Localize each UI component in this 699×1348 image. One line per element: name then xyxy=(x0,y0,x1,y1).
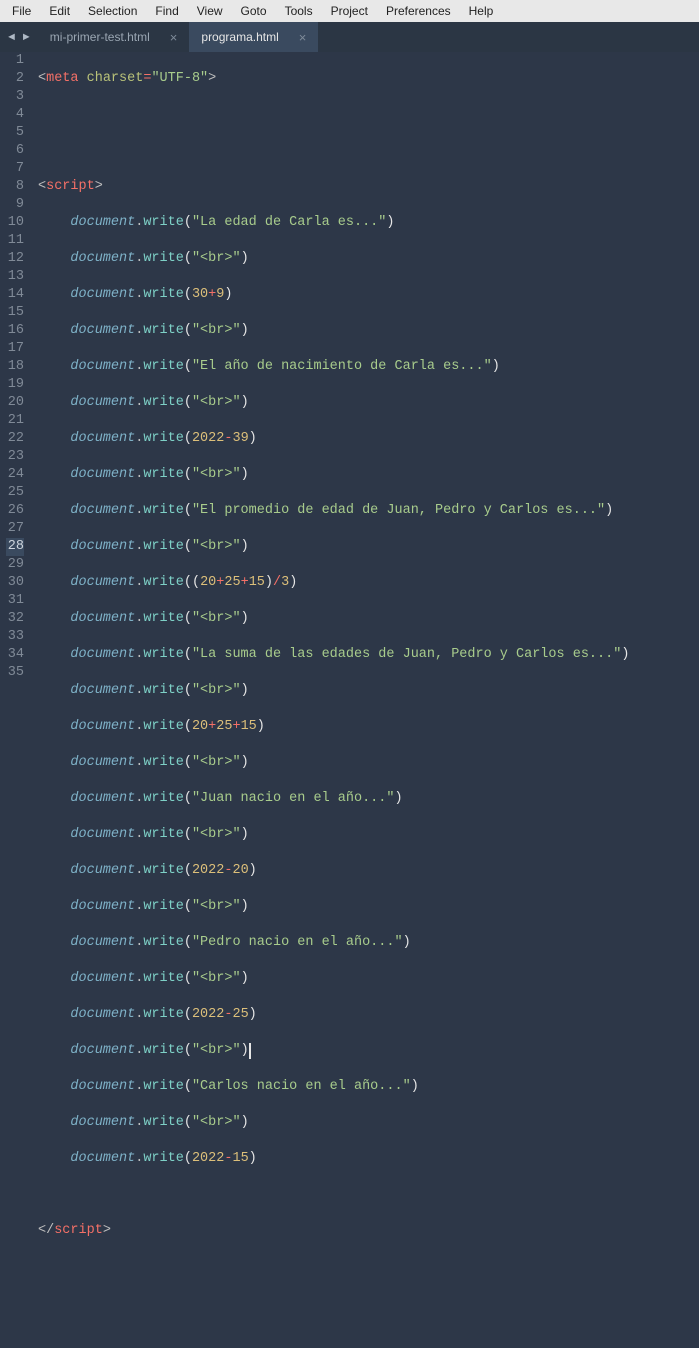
menu-view[interactable]: View xyxy=(189,2,231,20)
code-line: document.write("<br>") xyxy=(38,1114,699,1132)
line-number: 12 xyxy=(6,250,24,268)
line-number: 21 xyxy=(6,412,24,430)
code-line: document.write("<br>") xyxy=(38,250,699,268)
code-line: document.write("El año de nacimiento de … xyxy=(38,358,699,376)
code-line: document.write("Carlos nacio en el año..… xyxy=(38,1078,699,1096)
line-number: 14 xyxy=(6,286,24,304)
line-number: 5 xyxy=(6,124,24,142)
code-line: document.write("<br>") xyxy=(38,898,699,916)
line-number: 16 xyxy=(6,322,24,340)
line-number: 11 xyxy=(6,232,24,250)
code-line: document.write(2022-25) xyxy=(38,1006,699,1024)
line-number: 22 xyxy=(6,430,24,448)
line-number: 7 xyxy=(6,160,24,178)
gutter: 1 2 3 4 5 6 7 8 9 10 11 12 13 14 15 16 1… xyxy=(0,52,34,678)
code-area[interactable]: <meta charset="UTF-8"> <script> document… xyxy=(34,52,699,678)
code-line: document.write(2022-39) xyxy=(38,430,699,448)
code-line: <script> xyxy=(38,178,699,196)
tab-bar: ◄ ► mi-primer-test.html × programa.html … xyxy=(0,22,699,52)
code-line: </script> xyxy=(38,1222,699,1240)
code-line: document.write((20+25+15)/3) xyxy=(38,574,699,592)
code-line: document.write("<br>") xyxy=(38,394,699,412)
line-number: 2 xyxy=(6,70,24,88)
editor[interactable]: 1 2 3 4 5 6 7 8 9 10 11 12 13 14 15 16 1… xyxy=(0,52,699,678)
line-number: 33 xyxy=(6,628,24,646)
tab-label: mi-primer-test.html xyxy=(50,30,150,44)
nav-forward-icon[interactable]: ► xyxy=(21,31,32,43)
code-line: <meta charset="UTF-8"> xyxy=(38,70,699,88)
line-number: 20 xyxy=(6,394,24,412)
tab-nav: ◄ ► xyxy=(0,31,38,43)
line-number: 27 xyxy=(6,520,24,538)
line-number: 25 xyxy=(6,484,24,502)
line-number: 8 xyxy=(6,178,24,196)
menu-bar: File Edit Selection Find View Goto Tools… xyxy=(0,0,699,22)
line-number: 9 xyxy=(6,196,24,214)
line-number: 4 xyxy=(6,106,24,124)
code-line: document.write("<br>") xyxy=(38,754,699,772)
tab-programa[interactable]: programa.html × xyxy=(189,22,318,52)
line-number: 30 xyxy=(6,574,24,592)
line-number: 15 xyxy=(6,304,24,322)
code-line: document.write("<br>") xyxy=(38,466,699,484)
nav-back-icon[interactable]: ◄ xyxy=(6,31,17,43)
code-line: document.write("<br>") xyxy=(38,1042,699,1060)
line-number: 17 xyxy=(6,340,24,358)
line-number: 13 xyxy=(6,268,24,286)
menu-preferences[interactable]: Preferences xyxy=(378,2,459,20)
menu-project[interactable]: Project xyxy=(323,2,376,20)
code-line: document.write(20+25+15) xyxy=(38,718,699,736)
cursor xyxy=(249,1043,251,1059)
menu-find[interactable]: Find xyxy=(147,2,186,20)
menu-help[interactable]: Help xyxy=(461,2,502,20)
code-line: document.write("<br>") xyxy=(38,610,699,628)
code-line: document.write("Pedro nacio en el año...… xyxy=(38,934,699,952)
code-line: document.write("Juan nacio en el año..."… xyxy=(38,790,699,808)
line-number: 28 xyxy=(6,538,24,556)
code-line: document.write(2022-20) xyxy=(38,862,699,880)
code-line xyxy=(38,106,699,124)
menu-edit[interactable]: Edit xyxy=(41,2,78,20)
code-line xyxy=(38,1294,699,1312)
close-icon[interactable]: × xyxy=(299,30,307,45)
line-number: 26 xyxy=(6,502,24,520)
code-line xyxy=(38,1258,699,1276)
tab-mi-primer-test[interactable]: mi-primer-test.html × xyxy=(38,22,190,52)
line-number: 6 xyxy=(6,142,24,160)
line-number: 31 xyxy=(6,592,24,610)
menu-file[interactable]: File xyxy=(4,2,39,20)
line-number: 19 xyxy=(6,376,24,394)
menu-goto[interactable]: Goto xyxy=(233,2,275,20)
code-line: document.write("<br>") xyxy=(38,322,699,340)
line-number: 32 xyxy=(6,610,24,628)
close-icon[interactable]: × xyxy=(170,30,178,45)
line-number: 24 xyxy=(6,466,24,484)
line-number: 10 xyxy=(6,214,24,232)
code-line xyxy=(38,142,699,160)
tab-label: programa.html xyxy=(201,30,278,44)
code-line: document.write("<br>") xyxy=(38,682,699,700)
line-number: 35 xyxy=(6,664,24,682)
code-line: document.write("<br>") xyxy=(38,970,699,988)
menu-tools[interactable]: Tools xyxy=(277,2,321,20)
line-number: 18 xyxy=(6,358,24,376)
line-number: 29 xyxy=(6,556,24,574)
code-line: document.write("El promedio de edad de J… xyxy=(38,502,699,520)
code-line: document.write(30+9) xyxy=(38,286,699,304)
line-number: 34 xyxy=(6,646,24,664)
code-line xyxy=(38,1186,699,1204)
menu-selection[interactable]: Selection xyxy=(80,2,145,20)
line-number: 23 xyxy=(6,448,24,466)
code-line: document.write("La edad de Carla es...") xyxy=(38,214,699,232)
line-number: 1 xyxy=(6,52,24,70)
code-line: document.write("<br>") xyxy=(38,826,699,844)
code-line: document.write("La suma de las edades de… xyxy=(38,646,699,664)
line-number: 3 xyxy=(6,88,24,106)
code-line: document.write("<br>") xyxy=(38,538,699,556)
code-line: document.write(2022-15) xyxy=(38,1150,699,1168)
